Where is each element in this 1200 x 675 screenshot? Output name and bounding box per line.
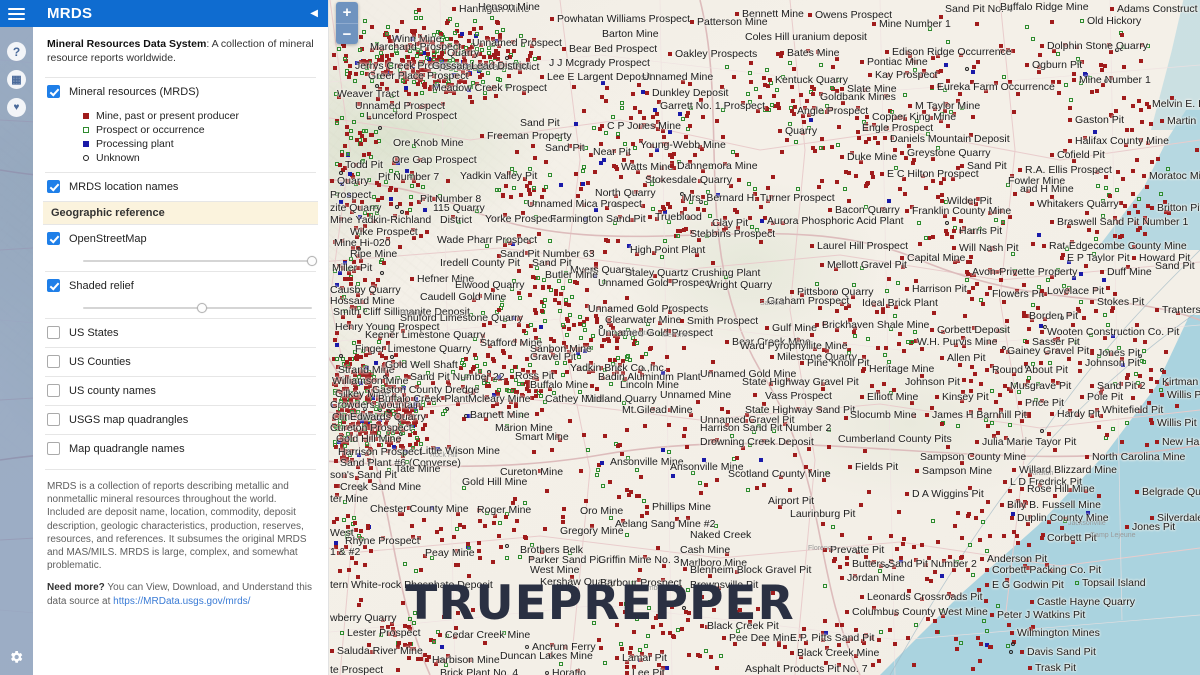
intro-bold-text: Mineral Resources Data System — [47, 38, 207, 50]
layer-row-shaded-relief[interactable]: Shaded relief — [45, 271, 316, 300]
green-hollow-square-icon — [83, 127, 89, 133]
opacity-slider-shaded-relief[interactable] — [83, 302, 316, 314]
layer-row-map-quadrangle-names[interactable]: Map quadrangle names — [45, 434, 316, 463]
red-filled-square-icon — [83, 113, 89, 119]
mrds-map-application: Hannigan Mine Henson Mine Powhatan William… — [0, 0, 1200, 675]
slider-knob[interactable] — [306, 256, 317, 266]
layer-label-location-names: MRDS location names — [69, 181, 179, 193]
checkbox-map-quadrangle-names[interactable] — [47, 442, 60, 455]
checkbox-mineral-resources[interactable] — [47, 85, 60, 98]
panel-description: MRDS is a collection of reports describi… — [45, 469, 316, 608]
legend-label-mine: Mine, past or present producer — [96, 110, 239, 122]
settings-gear-icon[interactable] — [8, 649, 24, 665]
need-more-paragraph: Need more? You can View, Download, and U… — [47, 581, 314, 607]
slider-knob[interactable] — [197, 303, 208, 313]
description-paragraph: MRDS is a collection of reports describi… — [47, 481, 307, 572]
icon-rail: ? ▦ ♥ — [0, 0, 33, 675]
slider-wrap-openstreetmap — [45, 253, 317, 271]
favorite-icon[interactable]: ♥ — [7, 98, 26, 117]
checkbox-us-states[interactable] — [47, 326, 60, 339]
zoom-control[interactable]: + − — [336, 2, 358, 44]
layer-label-openstreetmap: OpenStreetMap — [69, 233, 147, 245]
zoom-in-button[interactable]: + — [336, 2, 358, 23]
layer-row-us-county-names[interactable]: US county names — [45, 376, 316, 405]
checkbox-shaded-relief[interactable] — [47, 279, 60, 292]
checkbox-us-counties[interactable] — [47, 355, 60, 368]
mineral-legend: Mine, past or present producer Prospect … — [45, 106, 316, 172]
legend-label-plant: Processing plant — [96, 138, 174, 150]
checkbox-openstreetmap[interactable] — [47, 232, 60, 245]
page-title: MRDS — [47, 5, 93, 22]
legend-item-prospect: Prospect or occurrence — [83, 124, 316, 136]
layer-label-us-counties: US Counties — [69, 356, 131, 368]
layer-label-usgs-map-quadrangles: USGS map quadrangles — [69, 414, 189, 426]
checkbox-us-county-names[interactable] — [47, 384, 60, 397]
hamburger-icon[interactable] — [8, 8, 25, 20]
legend-item-unknown: Unknown — [83, 152, 316, 164]
layer-label-us-states: US States — [69, 327, 119, 339]
blue-filled-square-icon — [83, 141, 89, 147]
layer-row-usgs-map-quadrangles[interactable]: USGS map quadrangles — [45, 405, 316, 434]
layer-row-location-names[interactable]: MRDS location names — [45, 172, 316, 201]
layer-label-us-county-names: US county names — [69, 385, 156, 397]
layer-label-mineral-resources: Mineral resources (MRDS) — [69, 86, 200, 98]
layer-label-shaded-relief: Shaded relief — [69, 280, 134, 292]
legend-label-unknown: Unknown — [96, 152, 140, 164]
checkbox-location-names[interactable] — [47, 180, 60, 193]
layer-label-map-quadrangle-names: Map quadrangle names — [69, 443, 185, 455]
layer-row-mineral-resources[interactable]: Mineral resources (MRDS) — [45, 77, 316, 106]
panel-header: MRDS ◀ — [33, 0, 328, 27]
layer-row-us-states[interactable]: US States — [45, 318, 316, 347]
checkbox-usgs-map-quadrangles[interactable] — [47, 413, 60, 426]
slider-wrap-shaded-relief — [45, 300, 316, 318]
section-header-geographic-reference: Geographic reference — [43, 201, 318, 225]
chevron-left-icon[interactable]: ◀ — [310, 8, 318, 19]
need-more-label: Need more? — [47, 582, 105, 594]
legend-item-plant: Processing plant — [83, 138, 316, 150]
panel-body: Mineral Resources Data System: A collect… — [33, 27, 328, 675]
legend-item-mine: Mine, past or present producer — [83, 110, 316, 122]
zoom-out-button[interactable]: − — [336, 23, 358, 44]
layer-row-us-counties[interactable]: US Counties — [45, 347, 316, 376]
help-icon[interactable]: ? — [7, 42, 26, 61]
black-hollow-circle-icon — [83, 155, 89, 161]
opacity-slider-openstreetmap[interactable] — [83, 255, 317, 267]
table-icon[interactable]: ▦ — [7, 70, 26, 89]
mrdata-link[interactable]: https://MRData.usgs.gov/mrds/ — [113, 596, 250, 607]
slider-track — [83, 260, 312, 262]
layer-row-openstreetmap[interactable]: OpenStreetMap — [45, 225, 316, 253]
panel-intro: Mineral Resources Data System: A collect… — [45, 37, 316, 65]
legend-label-prospect: Prospect or occurrence — [96, 124, 205, 136]
layers-panel: MRDS ◀ Mineral Resources Data System: A … — [33, 0, 329, 675]
